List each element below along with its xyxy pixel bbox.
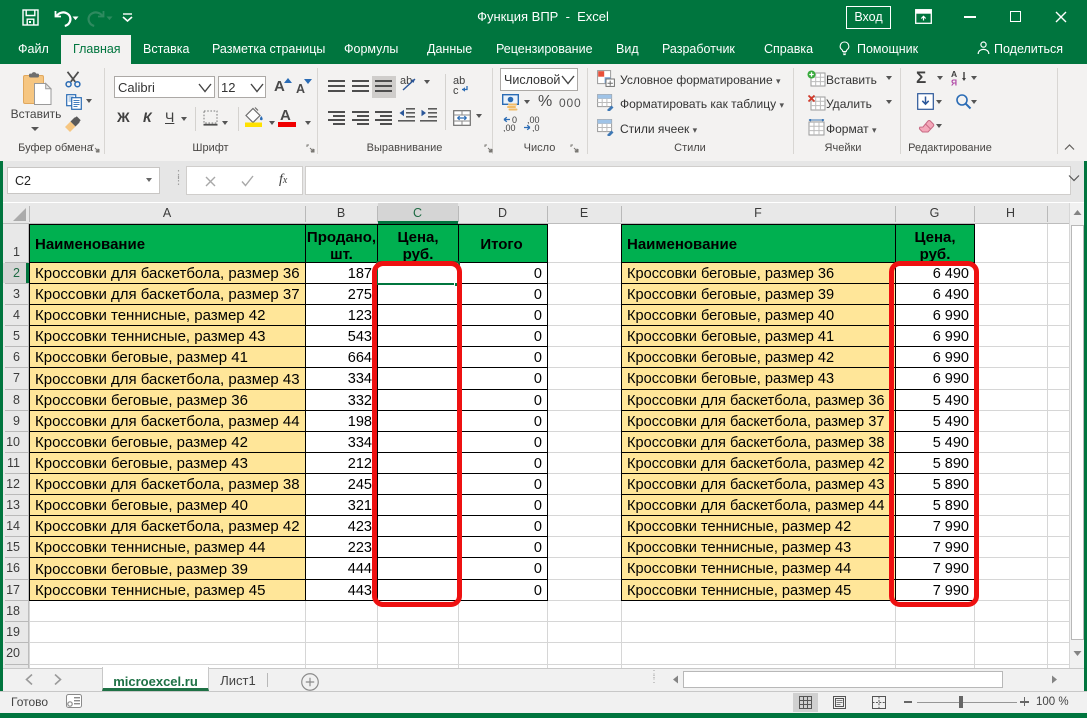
svg-text:,00: ,00 <box>503 123 516 132</box>
svg-text:,0: ,0 <box>532 123 540 132</box>
svg-text:c: c <box>453 85 459 96</box>
svg-text:Я: Я <box>951 78 957 87</box>
svg-text:ab: ab <box>400 75 412 87</box>
